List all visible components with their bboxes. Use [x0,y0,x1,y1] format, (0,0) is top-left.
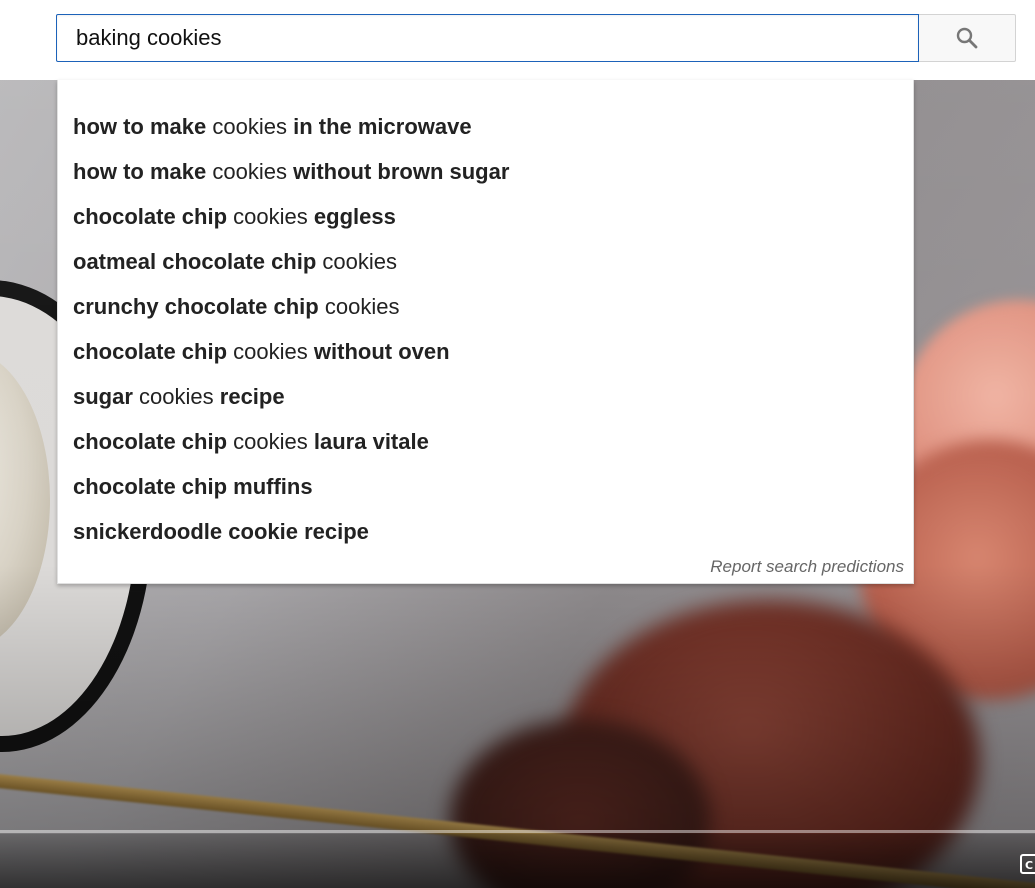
closed-captions-icon[interactable]: C [1020,854,1035,874]
search-button[interactable] [919,14,1016,62]
suggestion-query: cookies [212,159,287,184]
search-suggestions-dropdown: how to make cookies in the microwave how … [57,80,914,584]
search-form [56,14,1016,62]
search-icon [956,27,978,49]
suggestion-item[interactable]: snickerdoodle cookie recipe [58,509,913,554]
suggestion-item[interactable]: how to make cookies without brown sugar [58,149,913,194]
suggestion-suffix: laura vitale [313,429,429,454]
suggestion-suffix: eggless [313,204,396,229]
suggestion-item[interactable]: oatmeal chocolate chip cookies [58,239,913,284]
suggestion-item[interactable]: chocolate chip cookies eggless [58,194,913,239]
suggestion-query: cookies [233,204,308,229]
player-controls-bar [0,834,1035,888]
suggestion-prefix: oatmeal chocolate chip [73,249,317,274]
suggestion-item[interactable]: chocolate chip cookies laura vitale [58,419,913,464]
suggestion-item[interactable]: how to make cookies in the microwave [58,104,913,149]
suggestion-query: cookies [322,249,398,274]
suggestion-prefix: sugar [73,384,133,409]
suggestion-prefix: how to make [73,159,207,184]
suggestion-suffix: without oven [313,339,450,364]
suggestion-suffix: recipe [219,384,285,409]
suggestion-item[interactable]: sugar cookies recipe [58,374,913,419]
suggestion-item[interactable]: chocolate chip cookies without oven [58,329,913,374]
suggestion-query: cookies [233,339,308,364]
masthead [0,0,1035,80]
suggestion-query: cookies [324,294,400,319]
page: C how to make cookies in the microwaveho… [0,0,1035,888]
suggestion-query: cookies [233,429,308,454]
suggestion-item[interactable]: chocolate chip muffins [58,464,913,509]
suggestion-prefix: snickerdoodle cookie recipe [73,519,369,544]
suggestion-prefix: chocolate chip [73,339,228,364]
suggestion-suffix: in the microwave [293,114,472,139]
suggestion-prefix: chocolate chip [73,429,228,454]
suggestion-query: cookies [212,114,287,139]
suggestion-prefix: crunchy chocolate chip [73,294,319,319]
search-input[interactable] [56,14,919,62]
report-search-predictions-link[interactable]: Report search predictions [710,557,904,577]
video-progress-bar[interactable] [0,830,1035,833]
suggestion-prefix: chocolate chip muffins [73,474,313,499]
suggestion-suffix: without brown sugar [293,159,510,184]
suggestion-prefix: chocolate chip [73,204,228,229]
suggestion-query: cookies [139,384,214,409]
suggestion-list: how to make cookies in the microwave how … [58,80,913,554]
suggestion-item[interactable]: crunchy chocolate chip cookies [58,284,913,329]
suggestion-prefix: how to make [73,114,207,139]
